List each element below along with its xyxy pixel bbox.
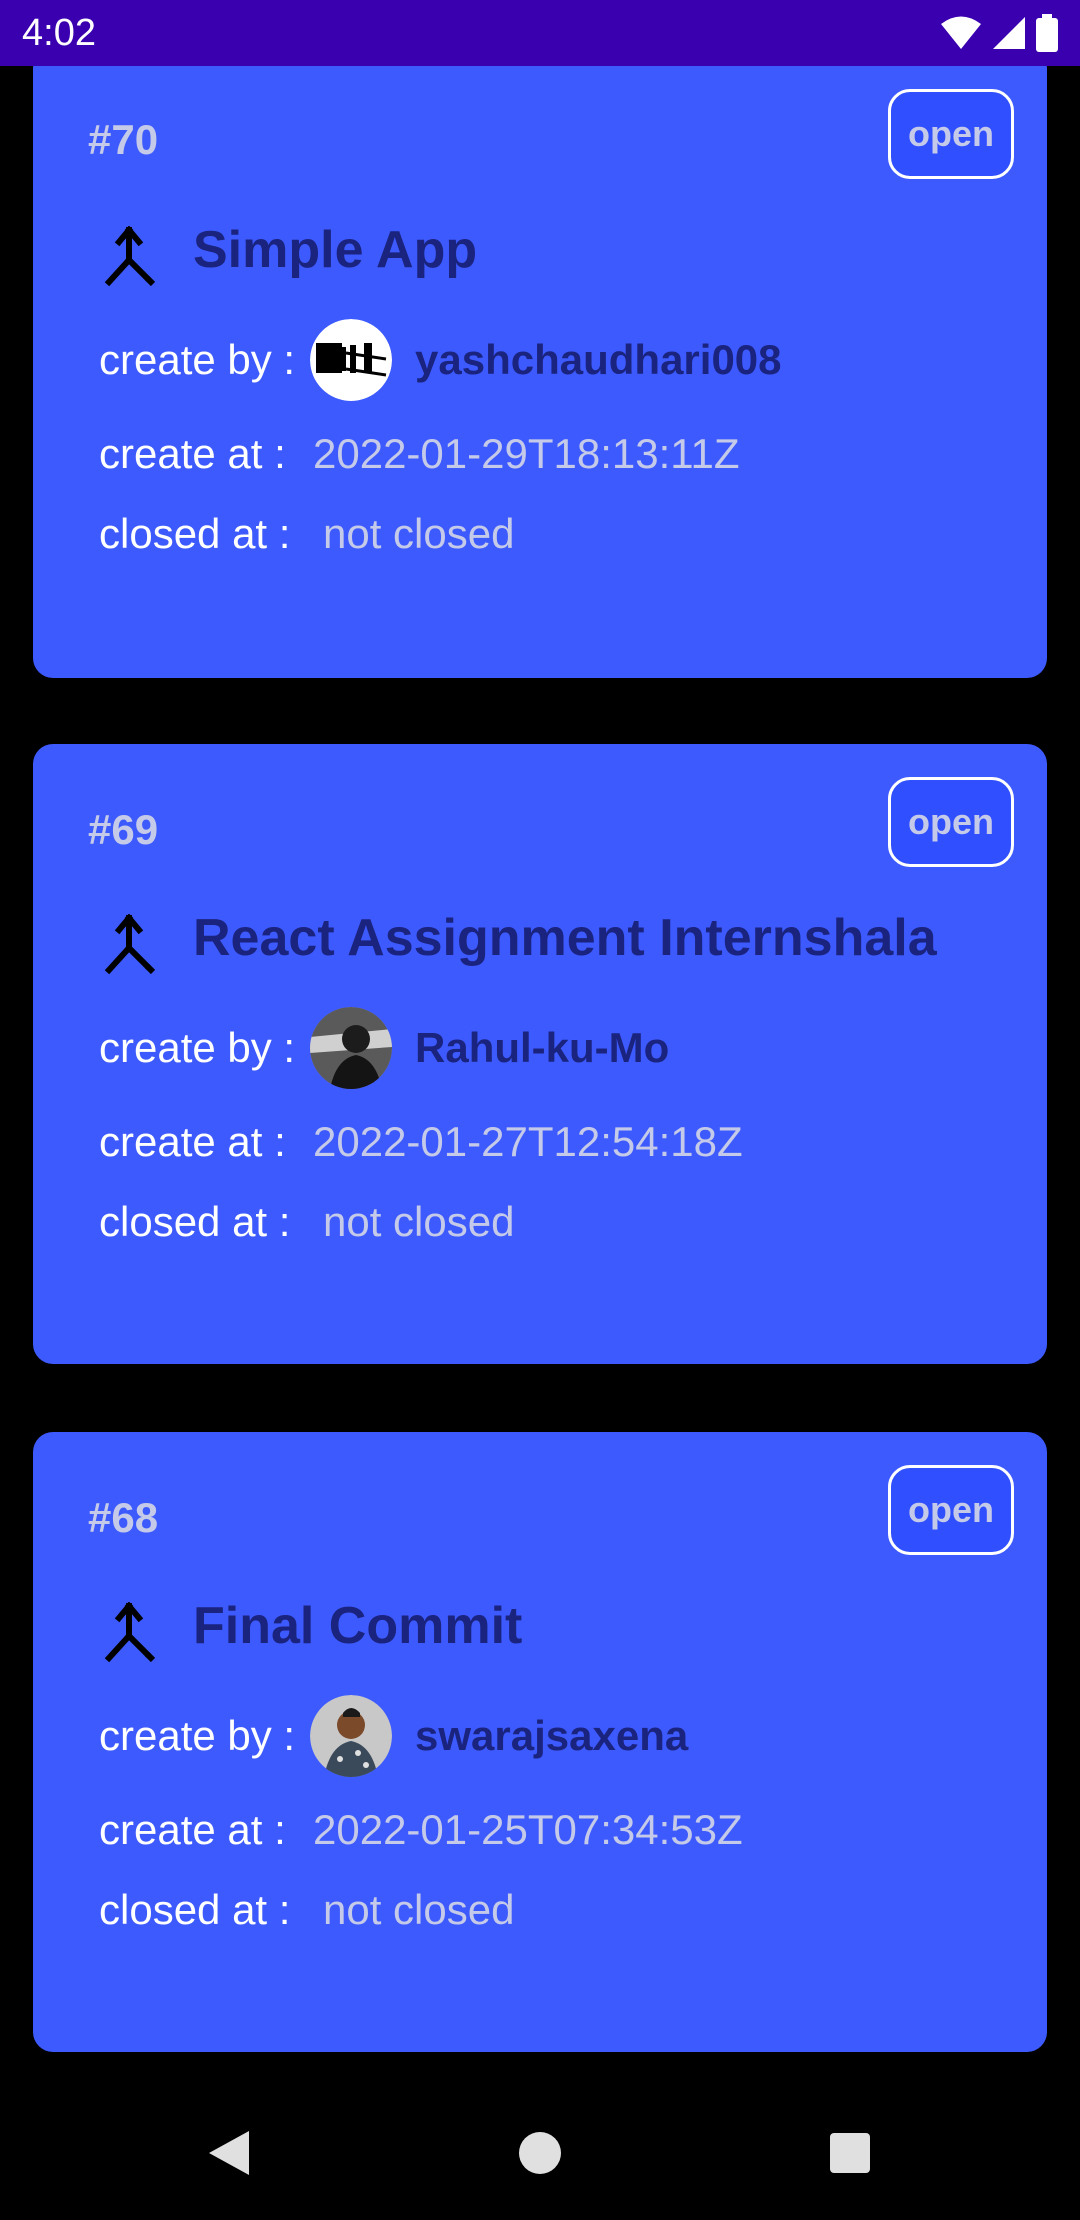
status-chip[interactable]: open [888,777,1014,867]
status-time: 4:02 [22,12,96,54]
back-button[interactable] [193,2120,263,2190]
created-at-value: 2022-01-27T12:54:18Z [313,1118,743,1165]
wifi-icon [940,15,982,51]
pr-title: React Assignment Internshala [193,909,937,967]
merge-icon [103,913,156,976]
closed-at-label: closed at : [99,1886,291,1933]
navigation-bar [0,2090,1080,2220]
pr-title: Simple App [193,221,478,279]
pr-number: #68 [88,1494,159,1541]
pull-request-card[interactable]: #68 open Final Commit create by : swaraj… [33,1432,1047,2052]
merge-icon [103,225,156,288]
username[interactable]: Rahul-ku-Mo [415,1024,669,1072]
username[interactable]: yashchaudhari008 [415,336,782,384]
back-icon [205,2129,251,2182]
status-chip[interactable]: open [888,89,1014,179]
signal-icon [992,15,1026,51]
avatar [310,1695,392,1777]
create-at-label: create at : [99,1806,286,1853]
username[interactable]: swarajsaxena [415,1712,688,1760]
status-icons [940,14,1058,52]
created-at-value: 2022-01-25T07:34:53Z [313,1806,743,1853]
closed-at-label: closed at : [99,1198,291,1245]
create-at-label: create at : [99,1118,286,1165]
avatar [310,319,392,401]
recents-icon [829,2132,871,2179]
home-button[interactable] [505,2120,575,2190]
closed-at-label: closed at : [99,510,291,557]
created-at-value: 2022-01-29T18:13:11Z [313,430,740,477]
pull-request-card[interactable]: #69 open React Assignment Internshala cr… [33,744,1047,1364]
create-by-label: create by : [99,336,296,383]
pr-number: #70 [88,116,159,163]
closed-at-value: not closed [323,1886,515,1933]
recents-button[interactable] [815,2120,885,2190]
screen: 4:02 #70 open Simple App create by : yas… [0,0,1080,2220]
create-by-label: create by : [99,1712,296,1759]
status-bar: 4:02 [0,0,1080,66]
closed-at-value: not closed [323,1198,515,1245]
home-icon [518,2131,562,2180]
merge-icon [103,1601,156,1664]
avatar [310,1007,392,1089]
battery-icon [1036,14,1058,52]
create-by-label: create by : [99,1024,296,1071]
create-at-label: create at : [99,430,286,477]
pull-request-card[interactable]: #70 open Simple App create by : yashchau… [33,48,1047,678]
pr-number: #69 [88,806,159,853]
closed-at-value: not closed [323,510,515,557]
status-chip[interactable]: open [888,1465,1014,1555]
pr-title: Final Commit [193,1597,523,1655]
